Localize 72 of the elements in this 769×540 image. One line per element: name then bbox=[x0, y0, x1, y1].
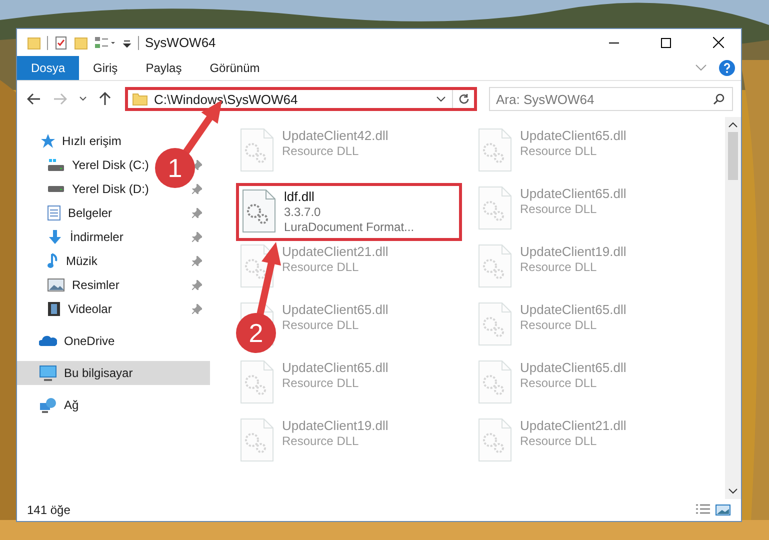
step-badge: 2 bbox=[236, 313, 276, 353]
pin-icon[interactable] bbox=[192, 232, 202, 242]
sidebar-item[interactable]: Resimler bbox=[17, 273, 126, 297]
minimize-icon bbox=[609, 42, 619, 44]
drive-icon bbox=[47, 185, 65, 193]
caret-icon[interactable] bbox=[436, 96, 446, 102]
details-view-icon[interactable] bbox=[695, 504, 711, 516]
file-detail: 3.3.7.0 bbox=[284, 205, 322, 219]
properties-icon[interactable] bbox=[54, 36, 68, 50]
file-detail: LuraDocument Format... bbox=[284, 220, 414, 234]
star-icon bbox=[39, 133, 55, 149]
scrollbar[interactable] bbox=[725, 117, 741, 499]
file-detail: Resource DLL bbox=[520, 260, 598, 274]
up-arrow-icon[interactable] bbox=[99, 92, 111, 106]
large-icons-view-icon[interactable] bbox=[715, 504, 731, 516]
file-detail: Resource DLL bbox=[282, 260, 360, 274]
network-icon bbox=[39, 397, 57, 413]
pin-icon[interactable] bbox=[192, 208, 202, 218]
scroll-up-icon[interactable] bbox=[728, 122, 738, 128]
music-note-icon bbox=[47, 253, 59, 269]
pin-icon[interactable] bbox=[192, 304, 202, 314]
pin-icon[interactable] bbox=[192, 280, 202, 290]
sidebar-item[interactable]: Videolar bbox=[17, 297, 118, 321]
film-icon bbox=[47, 301, 61, 317]
customize-icon[interactable] bbox=[94, 36, 116, 50]
chevron-down-icon[interactable] bbox=[695, 64, 707, 72]
file-detail: Resource DLL bbox=[520, 318, 598, 332]
pin-icon[interactable] bbox=[192, 184, 202, 194]
file-detail: Resource DLL bbox=[282, 376, 360, 390]
step-badge: 1 bbox=[155, 148, 195, 188]
folder-icon bbox=[132, 92, 148, 106]
cloud-icon bbox=[39, 335, 57, 347]
sidebar-item[interactable]: Belgeler bbox=[17, 201, 118, 225]
sidebar-item[interactable]: Müzik bbox=[17, 249, 104, 273]
back-arrow-icon[interactable] bbox=[27, 93, 41, 105]
address-field[interactable]: C:\Windows\SysWOW64 bbox=[128, 90, 452, 108]
document-icon bbox=[47, 205, 61, 221]
window-title: SysWOW64 bbox=[145, 35, 216, 50]
monitor-icon bbox=[39, 365, 57, 381]
drive-icon bbox=[47, 158, 65, 172]
scroll-down-icon[interactable] bbox=[728, 488, 738, 494]
file-detail: Resource DLL bbox=[520, 144, 598, 158]
close-icon bbox=[712, 37, 724, 48]
sidebar-item[interactable]: Yerel Disk (D:) bbox=[17, 177, 155, 201]
download-arrow-icon bbox=[47, 229, 63, 245]
file-detail: Resource DLL bbox=[520, 376, 598, 390]
file-detail: Resource DLL bbox=[282, 144, 360, 158]
sidebar-item[interactable]: Bu bilgisayar bbox=[17, 361, 210, 385]
file-detail: Resource DLL bbox=[282, 318, 360, 332]
caret-icon[interactable] bbox=[79, 96, 87, 102]
file-name[interactable]: ldf.dll bbox=[284, 189, 414, 204]
sidebar-item[interactable]: Yerel Disk (C:) bbox=[17, 153, 155, 177]
sidebar-item[interactable]: OneDrive bbox=[17, 329, 210, 353]
file-detail: Resource DLL bbox=[282, 434, 360, 448]
file-detail: Resource DLL bbox=[520, 202, 598, 216]
sidebar-item[interactable]: Ağ bbox=[17, 393, 210, 417]
maximize-icon bbox=[661, 38, 671, 48]
ribbon-tab[interactable]: Görünüm bbox=[196, 56, 274, 80]
help-icon[interactable] bbox=[719, 60, 735, 76]
scroll-thumb[interactable] bbox=[728, 132, 738, 180]
refresh-icon bbox=[458, 93, 470, 105]
ribbon-tab[interactable]: Giriş bbox=[79, 56, 132, 80]
item-count: 141 öğe bbox=[27, 503, 70, 517]
ribbon-tab[interactable]: Dosya bbox=[17, 56, 80, 80]
ribbon-tab[interactable]: Paylaş bbox=[132, 56, 196, 80]
pin-icon[interactable] bbox=[192, 256, 202, 266]
search-field[interactable]: Ara: SysWOW64 bbox=[489, 87, 733, 111]
pin-icon[interactable] bbox=[192, 160, 202, 170]
file-detail: Resource DLL bbox=[520, 434, 598, 448]
sidebar-item[interactable]: İndirmeler bbox=[17, 225, 130, 249]
search-icon bbox=[713, 93, 725, 105]
image-icon bbox=[47, 278, 65, 292]
